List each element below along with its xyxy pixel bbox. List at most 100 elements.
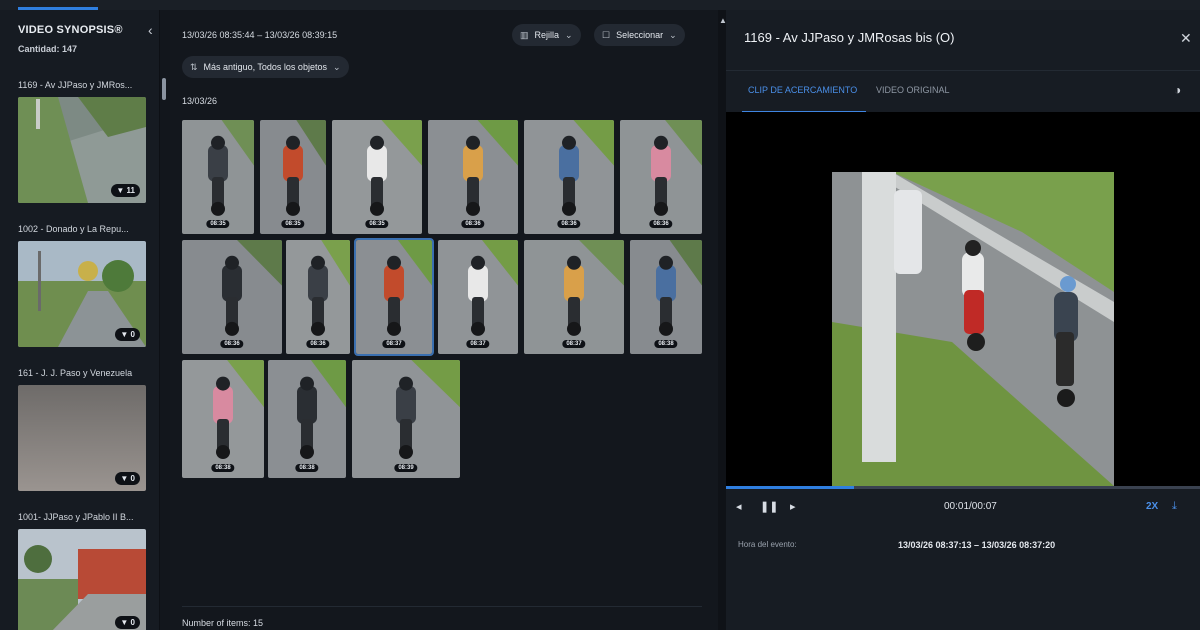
close-icon[interactable]: ✕ <box>1180 30 1192 47</box>
settings-icon[interactable]: ◑ <box>1174 83 1181 97</box>
object-tile[interactable]: 08:37 <box>438 240 518 354</box>
sort-filter-label: Más antiguo, Todos los objetos <box>203 62 327 72</box>
chevron-down-icon: ⌄ <box>669 29 677 40</box>
object-tile[interactable]: 08:35 <box>332 120 422 234</box>
object-tile-image <box>268 360 346 478</box>
object-tile-image <box>620 120 702 234</box>
camera-thumbnail[interactable]: ▼ 0 <box>18 241 146 347</box>
object-tile-image <box>524 240 624 354</box>
synopsis-grid-panel: 13/03/26 08:35:44 – 13/03/26 08:39:15 ▥ … <box>170 10 802 630</box>
event-time-label: Hora del evento: <box>738 540 797 549</box>
camera-thumbnail[interactable]: ▼ 0 <box>18 529 146 630</box>
event-count-badge: ▼ 0 <box>115 472 140 485</box>
camera-sidebar: VIDEO SYNOPSIS® Cantidad: 147 ‹ 1169 - A… <box>0 10 160 630</box>
tile-timestamp: 08:38 <box>654 340 678 348</box>
chevron-left-icon[interactable]: ‹ <box>148 22 153 38</box>
tile-timestamp: 08:37 <box>466 340 490 348</box>
tile-timestamp: 08:36 <box>649 220 673 228</box>
object-tile[interactable]: 08:36 <box>620 120 702 234</box>
video-detail-panel: 1169 - Av JJPaso y JMRosas bis (O) ✕ CLI… <box>726 10 1200 630</box>
tile-timestamp: 08:39 <box>394 464 418 472</box>
top-bar <box>0 0 1200 10</box>
object-tile[interactable]: 08:35 <box>260 120 326 234</box>
select-label: Seleccionar <box>616 30 664 40</box>
object-tile-image <box>438 240 518 354</box>
tile-timestamp: 08:36 <box>220 340 244 348</box>
object-tile[interactable]: 08:37 <box>354 238 434 356</box>
step-back-icon[interactable]: ◂ <box>736 500 742 513</box>
time-range: 13/03/26 08:35:44 – 13/03/26 08:39:15 <box>182 30 338 40</box>
object-tile-image <box>356 240 432 354</box>
playback-progress-fill <box>726 486 854 489</box>
tile-timestamp: 08:36 <box>461 220 485 228</box>
sidebar-title: VIDEO SYNOPSIS® <box>18 24 123 36</box>
object-tile[interactable]: 08:36 <box>182 240 282 354</box>
camera-label: 1169 - Av JJPaso y JMRos... <box>18 80 133 90</box>
event-time-value: 13/03/26 08:37:13 – 13/03/26 08:37:20 <box>898 540 1056 550</box>
sort-filter-dropdown[interactable]: ⇅ Más antiguo, Todos los objetos ⌄ <box>182 56 349 78</box>
footer-divider <box>182 606 702 607</box>
object-tile[interactable]: 08:37 <box>524 240 624 354</box>
checkbox-icon: ☐ <box>602 29 611 40</box>
tab-original-video[interactable]: VIDEO ORIGINAL <box>876 85 950 95</box>
camera-label: 1001- JJPaso y JPablo II B... <box>18 512 134 522</box>
camera-thumbnail[interactable]: ▼ 11 <box>18 97 146 203</box>
view-mode-label: Rejilla <box>534 30 560 40</box>
camera-item[interactable]: 1001- JJPaso y JPablo II B... ▼ 0 <box>18 512 148 630</box>
event-count-badge: ▼ 0 <box>115 616 140 629</box>
video-title: 1169 - Av JJPaso y JMRosas bis (O) <box>744 30 955 45</box>
grid-icon: ▥ <box>520 29 529 40</box>
video-frame-image <box>832 172 1114 486</box>
object-tile-image <box>182 240 282 354</box>
sidebar-scrollbar[interactable] <box>162 78 166 100</box>
playback-controls: ◂ ❚❚ ▸ 00:01/00:07 2X ⤓ <box>726 496 1200 522</box>
object-tile[interactable]: 08:38 <box>630 240 702 354</box>
object-tile-image <box>286 240 350 354</box>
object-tile[interactable]: 08:36 <box>286 240 350 354</box>
tile-timestamp: 08:35 <box>365 220 389 228</box>
tile-timestamp: 08:36 <box>306 340 330 348</box>
object-tile[interactable]: 08:38 <box>268 360 346 478</box>
object-tile[interactable]: 08:36 <box>524 120 614 234</box>
camera-label: 1002 - Donado y La Repu... <box>18 224 129 234</box>
camera-count: Cantidad: 147 <box>18 44 78 54</box>
event-count-badge: ▼ 0 <box>115 328 140 341</box>
camera-thumbnail[interactable]: ▼ 0 <box>18 385 146 491</box>
tile-timestamp: 08:38 <box>295 464 319 472</box>
playback-progress-bar[interactable] <box>726 486 1200 489</box>
tab-zoom-clip[interactable]: CLIP DE ACERCAMIENTO <box>748 85 857 95</box>
camera-item[interactable]: 161 - J. J. Paso y Venezuela ▼ 0 <box>18 368 148 491</box>
items-count: Number of items: 15 <box>182 618 264 628</box>
object-tile[interactable]: 08:38 <box>182 360 264 478</box>
tile-timestamp: 08:37 <box>382 340 406 348</box>
object-tile[interactable]: 08:39 <box>352 360 460 478</box>
chevron-down-icon: ⌄ <box>565 29 573 40</box>
tile-timestamp: 08:37 <box>562 340 586 348</box>
date-group-label: 13/03/26 <box>182 96 218 106</box>
tile-timestamp: 08:35 <box>206 220 230 228</box>
playback-speed-button[interactable]: 2X <box>1146 501 1158 512</box>
object-tile-image <box>524 120 614 234</box>
object-tile[interactable]: 08:35 <box>182 120 254 234</box>
pause-icon[interactable]: ❚❚ <box>760 500 778 513</box>
camera-item[interactable]: 1169 - Av JJPaso y JMRos... ▼ 11 <box>18 80 148 203</box>
tile-timestamp: 08:38 <box>211 464 235 472</box>
playback-time: 00:01/00:07 <box>944 501 997 512</box>
video-frame <box>832 172 1114 486</box>
tile-timestamp: 08:36 <box>557 220 581 228</box>
view-mode-dropdown[interactable]: ▥ Rejilla ⌄ <box>512 24 581 46</box>
step-forward-icon[interactable]: ▸ <box>790 500 796 513</box>
video-player[interactable] <box>726 112 1200 488</box>
object-tile-image <box>182 360 264 478</box>
chevron-down-icon: ⌄ <box>332 61 341 72</box>
download-icon[interactable]: ⤓ <box>1172 500 1177 513</box>
object-tile-image <box>332 120 422 234</box>
panel-divider[interactable]: ▲ <box>718 10 727 630</box>
sort-icon: ⇅ <box>190 61 198 72</box>
event-count-badge: ▼ 11 <box>111 184 140 197</box>
object-tile-image <box>428 120 518 234</box>
camera-item[interactable]: 1002 - Donado y La Repu... ▼ 0 <box>18 224 148 347</box>
select-dropdown[interactable]: ☐ Seleccionar ⌄ <box>594 24 685 46</box>
video-tabs: CLIP DE ACERCAMIENTO VIDEO ORIGINAL ◑ <box>726 70 1200 113</box>
object-tile[interactable]: 08:36 <box>428 120 518 234</box>
